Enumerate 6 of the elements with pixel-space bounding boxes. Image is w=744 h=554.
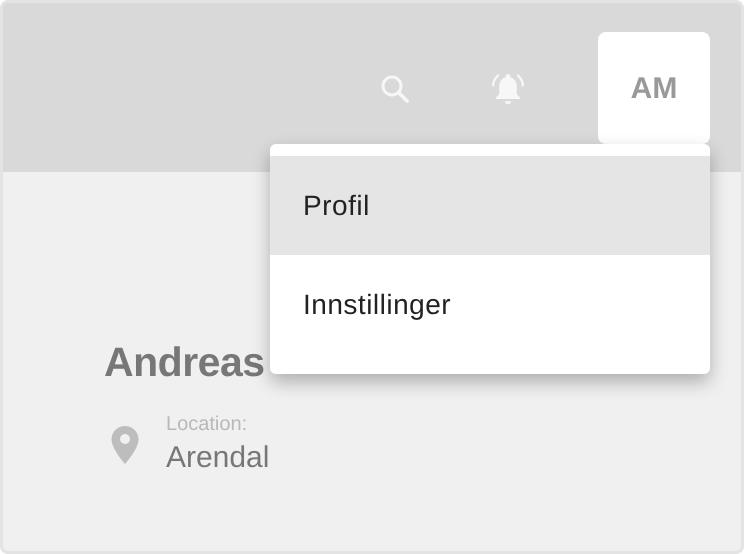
location-label: Location:	[166, 412, 248, 436]
location-pin-icon	[110, 425, 140, 465]
menu-item[interactable]: Innstillinger	[270, 255, 710, 354]
profile-name: Andreas	[104, 338, 266, 387]
location-value: Arendal	[166, 440, 270, 476]
menu-item[interactable]: Profil	[270, 156, 710, 255]
